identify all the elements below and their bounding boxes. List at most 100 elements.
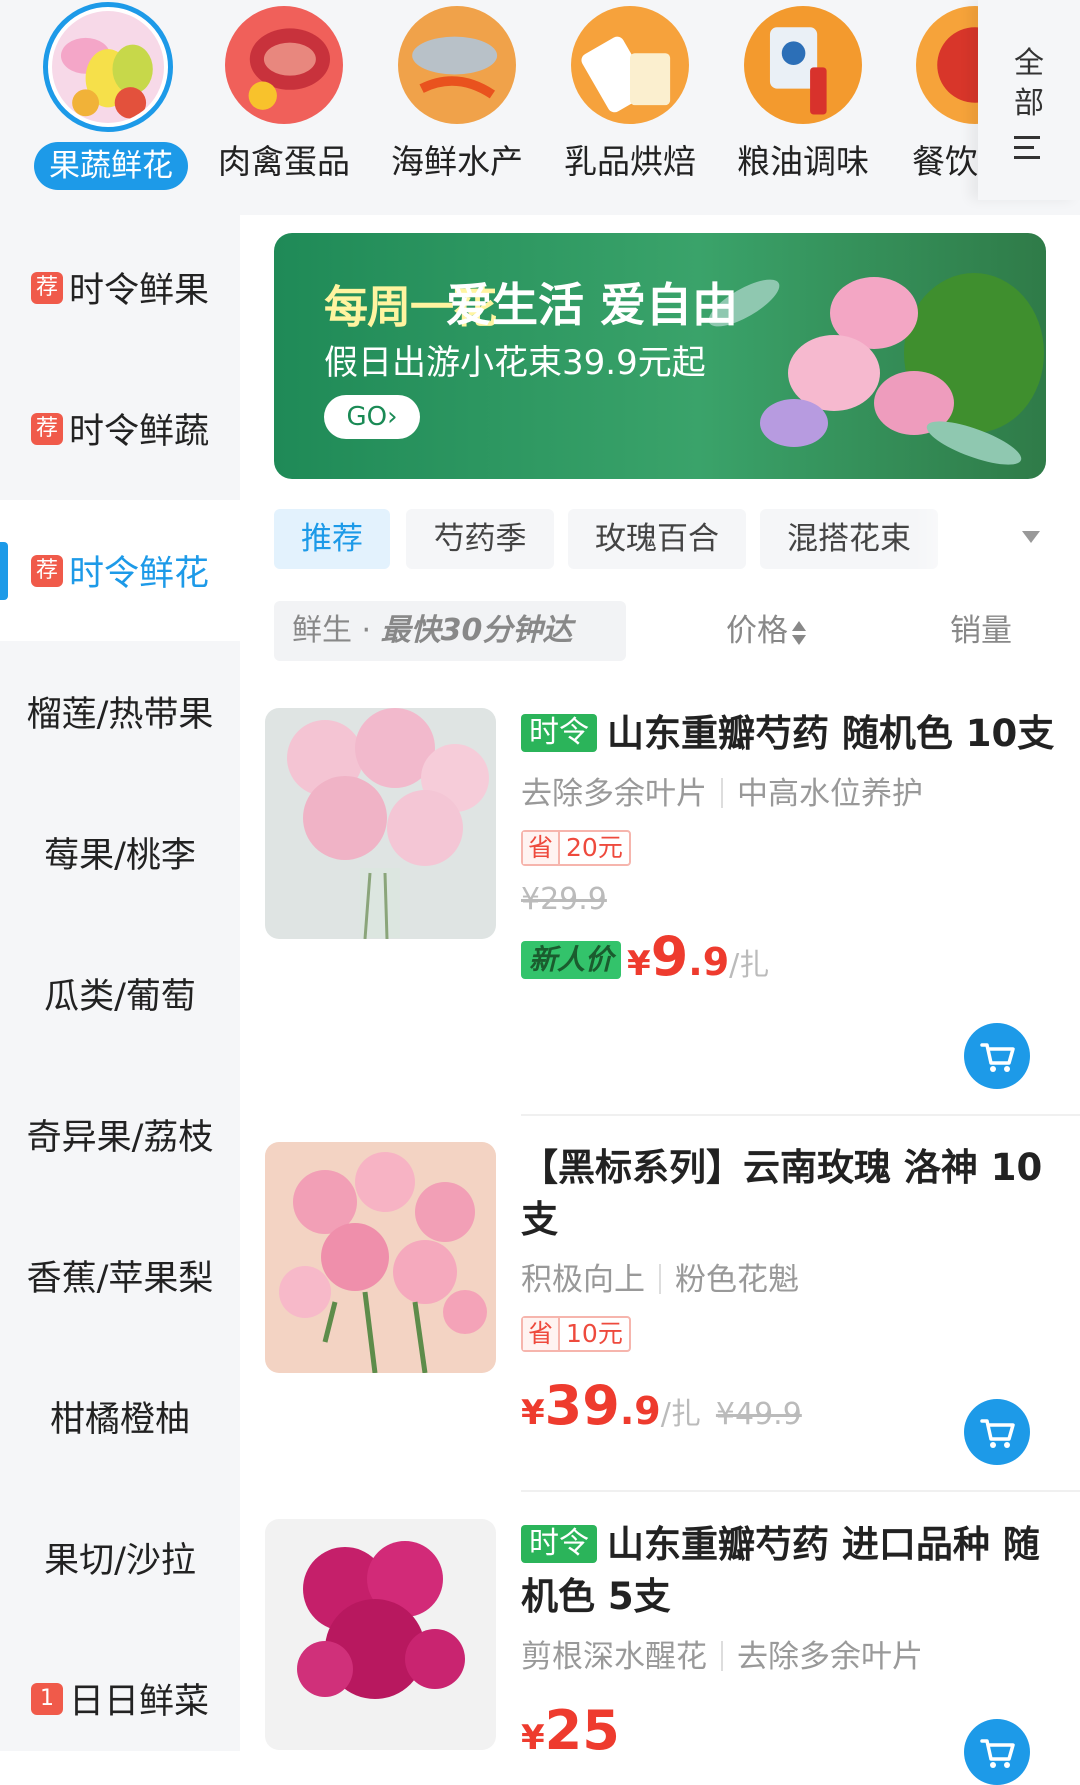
banner-go-button[interactable]: GO›: [324, 395, 420, 439]
original-price: ¥29.9: [521, 882, 607, 917]
category-label: 粮油调味: [737, 142, 869, 181]
category-dining[interactable]: 餐饮: [880, 0, 980, 200]
chip-peony-season[interactable]: 芍药季: [406, 509, 554, 569]
chip-recommended[interactable]: 推荐: [274, 509, 390, 569]
add-to-cart-button[interactable]: [964, 1399, 1030, 1465]
save-tag: 省 20元: [521, 830, 631, 866]
product-desc: 积极向上 粉色花魁: [521, 1258, 1061, 1302]
product-card[interactable]: 时令 山东重瓣芍药 随机色 10支 去除多余叶片 中高水位养护 省 20元 ¥29.9…: [265, 708, 1080, 988]
add-to-cart-button[interactable]: [964, 1023, 1030, 1089]
desc-1: 剪根深水醒花: [521, 1639, 707, 1675]
dining-image: [916, 6, 980, 124]
chip-mixed-bouquet[interactable]: 混搭花束: [760, 509, 938, 569]
category-meat-eggs[interactable]: 肉禽蛋品: [198, 0, 370, 200]
sidebar-item-seasonal-flowers[interactable]: 荐 时令鲜花: [0, 500, 240, 641]
banner-subtitle: 假日出游小花束39.9元起: [324, 343, 706, 383]
sidebar-item-melons-grapes[interactable]: 瓜类/葡萄: [0, 923, 240, 1064]
promo-banner[interactable]: 每周一花 爱生活 爱自由 假日出游小花束39.9元起 GO›: [274, 233, 1046, 479]
product-desc: 去除多余叶片 中高水位养护: [521, 772, 1061, 816]
divider: [521, 1490, 1080, 1492]
sort-arrows-icon: [792, 619, 806, 647]
category-seafood[interactable]: 海鲜水产: [371, 0, 543, 200]
product-info: 【黑标系列】云南玫瑰 洛神 10支 积极向上 粉色花魁 省 10元 ¥39.9/扎 …: [521, 1142, 1061, 1437]
sidebar-item-label: 瓜类/葡萄: [44, 977, 196, 1017]
product-card[interactable]: 时令 山东重瓣芍药 进口品种 随机色 5支 剪根深水醒花 去除多余叶片 ¥25: [265, 1519, 1080, 1762]
original-price: ¥49.9: [715, 1397, 802, 1432]
sidebar-item-label: 榴莲/热带果: [26, 695, 214, 735]
desc-1: 去除多余叶片: [521, 776, 707, 812]
main-content: 每周一花 爱生活 爱自由 假日出游小花束39.9元起 GO› 推荐 芍药季 玫瑰…: [240, 215, 1080, 1785]
product-price: ¥9.9: [627, 925, 730, 988]
cart-icon: [980, 1419, 1015, 1448]
product-desc: 剪根深水醒花 去除多余叶片: [521, 1635, 1061, 1679]
save-amount: 10元: [566, 1319, 623, 1348]
sidebar-item-label: 日日鲜菜: [68, 1682, 209, 1722]
dairy-image: [571, 6, 689, 124]
sidebar-item-label: 时令鲜花: [68, 554, 209, 594]
cart-icon: [980, 1739, 1015, 1768]
count-badge: 1: [30, 1682, 63, 1715]
category-strip: 果蔬鲜花 肉禽蛋品 海鲜水产 乳品烘焙 粮油调味 餐饮 全 部: [0, 0, 1080, 215]
category-label: 乳品烘焙: [564, 142, 696, 181]
sidebar-item-berries[interactable]: 莓果/桃李: [0, 782, 240, 923]
category-dairy-bakery[interactable]: 乳品烘焙: [544, 0, 716, 200]
desc-1: 积极向上: [521, 1262, 645, 1298]
save-prefix: 省: [523, 1318, 561, 1350]
fast-delivery-label: 最快30分钟达: [380, 613, 573, 648]
divider: [521, 1114, 1080, 1116]
recommend-badge: 荐: [30, 271, 63, 304]
chevron-down-icon[interactable]: [1022, 531, 1040, 543]
sidebar-item-label: 香蕉/苹果梨: [26, 1259, 214, 1299]
filter-chips: 推荐 芍药季 玫瑰百合 混搭花束: [274, 509, 1080, 569]
save-amount: 20元: [566, 833, 623, 862]
product-card[interactable]: 【黑标系列】云南玫瑰 洛神 10支 积极向上 粉色花魁 省 10元 ¥39.9/扎 …: [265, 1142, 1080, 1437]
sidebar-item-label: 奇异果/荔枝: [26, 1118, 214, 1158]
product-title-text: 山东重瓣芍药 随机色 10支: [607, 712, 1055, 755]
sidebar-item-banana-apple[interactable]: 香蕉/苹果梨: [0, 1205, 240, 1346]
sidebar-item-cut-fruit[interactable]: 果切/沙拉: [0, 1487, 240, 1628]
category-label: 肉禽蛋品: [218, 142, 350, 181]
newbie-price-tag: 新人价: [521, 941, 622, 979]
product-image: [265, 708, 496, 939]
product-title-text: 山东重瓣芍药 进口品种 随机色 5支: [521, 1523, 1040, 1618]
sidebar-item-label: 柑橘橙柚: [49, 1400, 190, 1440]
save-tag: 省 10元: [521, 1316, 631, 1352]
sort-price-label: 价格: [726, 613, 788, 649]
desc-2: 中高水位养护: [737, 776, 923, 812]
sort-price-button[interactable]: 价格: [726, 601, 806, 661]
recommend-badge: 荐: [30, 554, 63, 587]
sidebar-item-label: 果切/沙拉: [44, 1541, 196, 1581]
cart-icon: [980, 1043, 1015, 1072]
season-tag: 时令: [521, 714, 597, 752]
sidebar-item-citrus[interactable]: 柑橘橙柚: [0, 1346, 240, 1487]
sidebar-item-seasonal-fruit[interactable]: 荐 时令鲜果: [0, 217, 240, 358]
price-unit: /扎: [660, 1397, 701, 1432]
save-prefix: 省: [523, 832, 561, 864]
category-label: 海鲜水产: [391, 142, 523, 181]
fresh-label: 鲜生 ·: [292, 613, 381, 648]
subcategory-sidebar: 荐 时令鲜果 荐 时令鲜蔬 荐 时令鲜花 榴莲/热带果 莓果/桃李 瓜类/葡萄 …: [0, 215, 240, 1751]
fresh-delivery-filter[interactable]: 鲜生 · 最快30分钟达: [274, 601, 626, 661]
active-indicator: [0, 542, 8, 600]
menu-icon: [1014, 136, 1040, 159]
fruits-image: [43, 2, 173, 132]
sort-sales-button[interactable]: 销量: [950, 601, 1012, 661]
sidebar-item-label: 时令鲜蔬: [68, 412, 209, 452]
add-to-cart-button[interactable]: [964, 1719, 1030, 1785]
product-title: 时令 山东重瓣芍药 进口品种 随机色 5支: [521, 1519, 1061, 1623]
sidebar-item-kiwi-lychee[interactable]: 奇异果/荔枝: [0, 1064, 240, 1205]
product-title: 时令 山东重瓣芍药 随机色 10支: [521, 708, 1061, 760]
chip-rose-lily[interactable]: 玫瑰百合: [568, 509, 746, 569]
sidebar-item-label: 莓果/桃李: [44, 836, 196, 876]
product-image: [265, 1142, 496, 1373]
category-label: 餐饮: [912, 142, 978, 181]
all-label-1: 全: [1014, 46, 1044, 81]
sidebar-item-seasonal-veg[interactable]: 荐 时令鲜蔬: [0, 358, 240, 499]
all-label-2: 部: [1014, 86, 1044, 121]
category-grain-oil[interactable]: 粮油调味: [717, 0, 889, 200]
all-categories-button[interactable]: 全 部: [978, 0, 1080, 200]
sidebar-item-daily-veg[interactable]: 1 日日鲜菜: [0, 1628, 240, 1769]
season-tag: 时令: [521, 1525, 597, 1563]
category-fruits-flowers[interactable]: 果蔬鲜花: [0, 0, 188, 200]
sidebar-item-durian-tropical[interactable]: 榴莲/热带果: [0, 641, 240, 782]
